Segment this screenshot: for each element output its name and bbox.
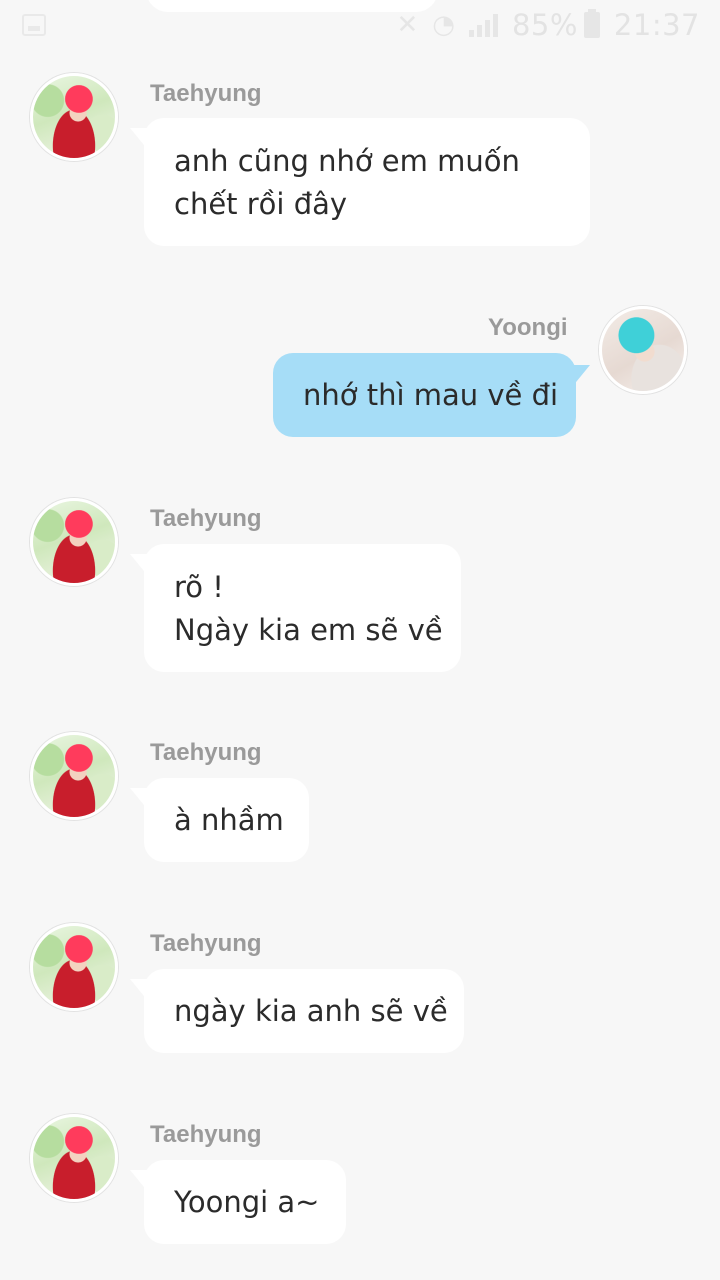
mute-icon: ✕ [396,10,419,40]
avatar[interactable] [30,923,118,1011]
chat-screen: ✕ ◔ 85% 21:37 Taehyung anh cũng nhớ em m… [0,0,720,1280]
message-bubble[interactable]: Yoongi a~ [130,1160,346,1244]
clock: 21:37 [613,8,700,42]
message-text: Ngày kia em sẽ về [174,613,443,647]
message-bubble[interactable]: à nhầm [130,778,309,862]
message-bubble[interactable]: rõ ! Ngày kia em sẽ về [130,544,461,672]
wifi-icon: ◔ [432,10,455,40]
message-bubble[interactable]: nhớ thì mau về đi [273,353,590,437]
battery-percent: 85% [511,8,578,42]
avatar[interactable] [30,498,118,586]
message-text: Yoongi a~ [174,1185,320,1219]
message-text: rõ ! [174,570,224,604]
sender-name: Taehyung [150,80,262,107]
battery-icon [583,9,600,38]
bubble-tail [130,1170,148,1192]
bubble-tail [130,979,148,1001]
message-text: à nhầm [174,803,284,837]
bubble-tail [572,365,590,387]
sender-name: Yoongi [488,314,568,341]
sender-name: Taehyung [150,505,262,532]
message-text: anh cũng nhớ em muốn [174,144,520,178]
sender-name: Taehyung [150,739,262,766]
message-bubble[interactable]: ngày kia anh sẽ về [130,969,464,1053]
signal-icon [468,13,498,37]
avatar[interactable] [30,73,118,161]
avatar[interactable] [30,732,118,820]
avatar[interactable] [599,306,687,394]
avatar[interactable] [30,1114,118,1202]
sender-name: Taehyung [150,930,262,957]
status-bar: ✕ ◔ 85% 21:37 [0,0,720,52]
message-text: chết rồi đây [174,187,348,221]
bubble-tail [130,554,148,576]
sender-name: Taehyung [150,1121,262,1148]
message-text: nhớ thì mau về đi [303,378,559,412]
message-bubble[interactable]: anh cũng nhớ em muốn chết rồi đây [130,118,590,246]
bubble-tail [130,128,148,150]
bubble-tail [130,788,148,810]
message-text: ngày kia anh sẽ về [174,994,448,1028]
gallery-icon [22,14,46,36]
